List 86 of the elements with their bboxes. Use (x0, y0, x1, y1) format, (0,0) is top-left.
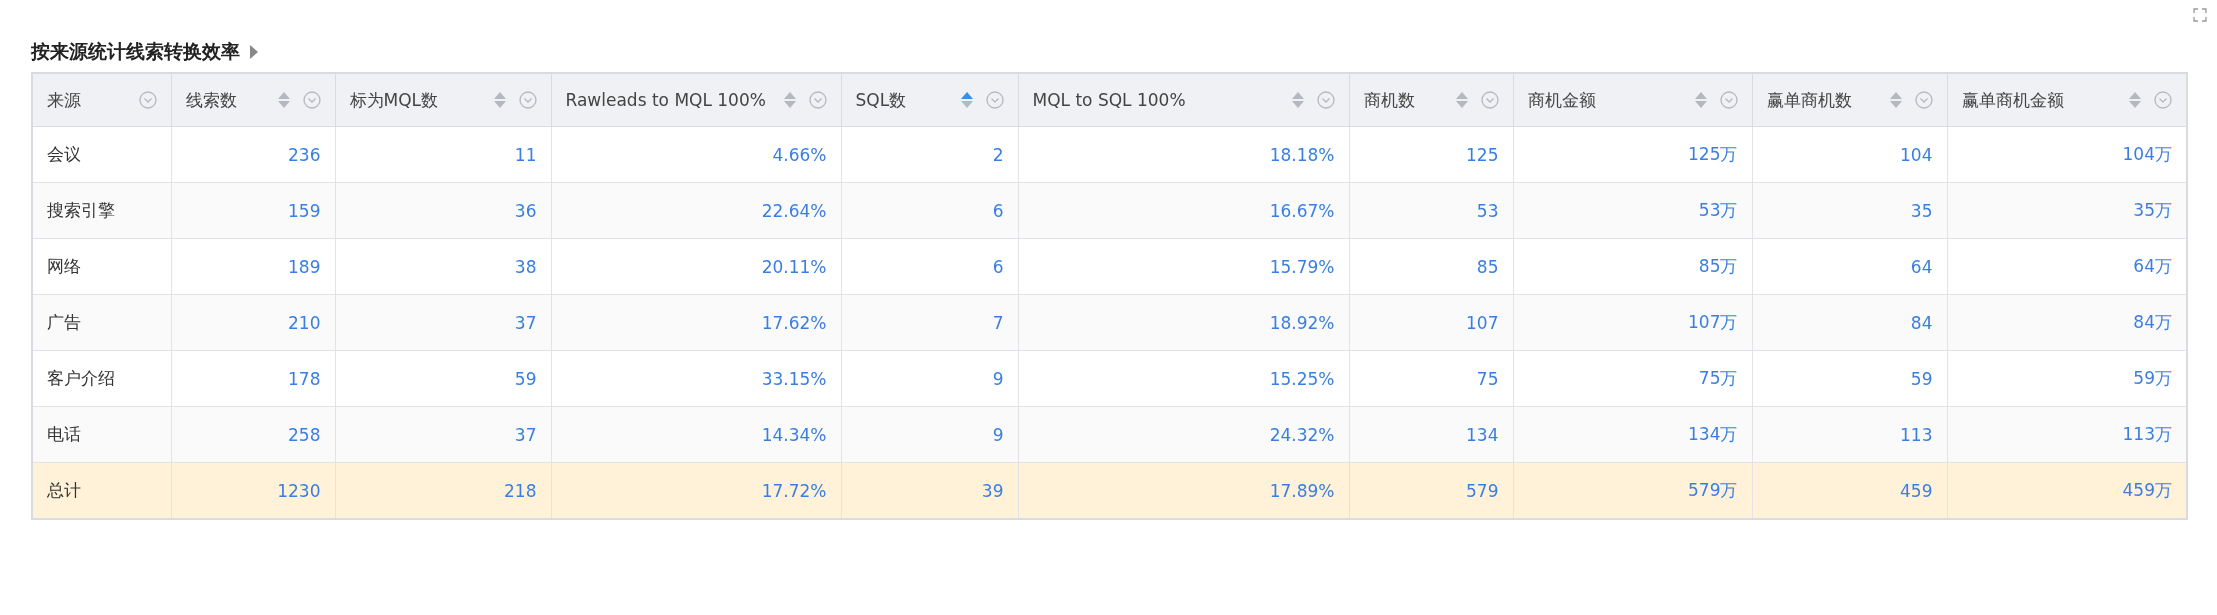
table-cell: 22.64% (551, 182, 841, 239)
table-cell: 107 (1349, 294, 1513, 351)
table-cell: 37 (335, 406, 551, 463)
table-cell: 75万 (1513, 350, 1752, 407)
column-header[interactable]: 赢单商机金额 (1947, 73, 2187, 127)
table-cell: 159 (171, 182, 335, 239)
table-cell: 53 (1349, 182, 1513, 239)
table-cell: 网络 (32, 238, 171, 295)
table-cell: 107万 (1513, 294, 1752, 351)
dropdown-icon[interactable] (1316, 91, 1335, 109)
table-cell: 9 (841, 350, 1018, 407)
table-cell: 6 (841, 182, 1018, 239)
sort-icon[interactable] (492, 91, 507, 109)
column-header[interactable]: 商机数 (1349, 73, 1513, 127)
column-header[interactable]: 线索数 (171, 73, 335, 127)
table-cell: 134 (1349, 406, 1513, 463)
table-cell: 15.79% (1018, 238, 1349, 295)
table-cell: 6 (841, 238, 1018, 295)
table-cell: 59 (335, 350, 551, 407)
column-header[interactable]: 来源 (32, 73, 171, 127)
sort-icon[interactable] (1454, 91, 1469, 109)
table-cell: 11 (335, 126, 551, 183)
dropdown-icon[interactable] (1480, 91, 1499, 109)
table-cell: 134万 (1513, 406, 1752, 463)
sort-icon[interactable] (276, 91, 291, 109)
table-cell: 38 (335, 238, 551, 295)
table-cell: 4.66% (551, 126, 841, 183)
table-cell: 15.25% (1018, 350, 1349, 407)
table-cell: 59 (1752, 350, 1947, 407)
table-cell: 14.34% (551, 406, 841, 463)
sort-icon[interactable] (782, 91, 797, 109)
sort-icon[interactable] (1888, 91, 1903, 109)
table-cell: 258 (171, 406, 335, 463)
table-cell: 35 (1752, 182, 1947, 239)
column-header[interactable]: Rawleads to MQL 100% (551, 73, 841, 127)
sort-icon[interactable] (1290, 91, 1305, 109)
table-cell: 客户介绍 (32, 350, 171, 407)
table-cell: 113 (1752, 406, 1947, 463)
table-cell: 85 (1349, 238, 1513, 295)
column-header[interactable]: 商机金额 (1513, 73, 1752, 127)
table-cell: 37 (335, 294, 551, 351)
table-cell: 104 (1752, 126, 1947, 183)
table-cell: 85万 (1513, 238, 1752, 295)
table-cell: 84 (1752, 294, 1947, 351)
dropdown-icon[interactable] (302, 91, 321, 109)
table-cell: 广告 (32, 294, 171, 351)
sort-icon[interactable] (2128, 91, 2142, 109)
table-cell: 9 (841, 406, 1018, 463)
dropdown-icon[interactable] (1914, 91, 1933, 109)
table-cell: 236 (171, 126, 335, 183)
table-cell: 125 (1349, 126, 1513, 183)
table-cell: 36 (335, 182, 551, 239)
column-header[interactable]: 赢单商机数 (1752, 73, 1947, 127)
table-cell: 189 (171, 238, 335, 295)
table-cell: 电话 (32, 406, 171, 463)
table-cell: 会议 (32, 126, 171, 183)
table-cell: 33.15% (551, 350, 841, 407)
expand-icon[interactable] (2193, 8, 2207, 22)
dropdown-icon[interactable] (1719, 91, 1738, 109)
table-cell: 64 (1752, 238, 1947, 295)
report-title: 按来源统计线索转换效率 (31, 39, 240, 64)
table-cell: 75 (1349, 350, 1513, 407)
table-cell: 24.32% (1018, 406, 1349, 463)
table-cell: 18.18% (1018, 126, 1349, 183)
dropdown-icon[interactable] (2154, 91, 2172, 109)
table-cell: 20.11% (551, 238, 841, 295)
column-header[interactable]: SQL数 (841, 73, 1018, 127)
table-cell: 16.67% (1018, 182, 1349, 239)
table-cell: 53万 (1513, 182, 1752, 239)
table-cell: 178 (171, 350, 335, 407)
column-header[interactable]: MQL to SQL 100% (1018, 73, 1349, 127)
table-cell: 搜索引擎 (32, 182, 171, 239)
dropdown-icon[interactable] (808, 91, 827, 109)
table-cell: 2 (841, 126, 1018, 183)
dropdown-icon[interactable] (138, 91, 157, 109)
sort-icon[interactable] (959, 91, 974, 109)
dropdown-icon[interactable] (985, 91, 1004, 109)
table-cell: 18.92% (1018, 294, 1349, 351)
table-cell: 17.62% (551, 294, 841, 351)
table-cell: 125万 (1513, 126, 1752, 183)
table-cell: 210 (171, 294, 335, 351)
dropdown-icon[interactable] (518, 91, 537, 109)
caret-icon[interactable] (250, 45, 258, 59)
column-header[interactable]: 标为MQL数 (335, 73, 551, 127)
sort-icon[interactable] (1693, 91, 1708, 109)
table-cell: 7 (841, 294, 1018, 351)
